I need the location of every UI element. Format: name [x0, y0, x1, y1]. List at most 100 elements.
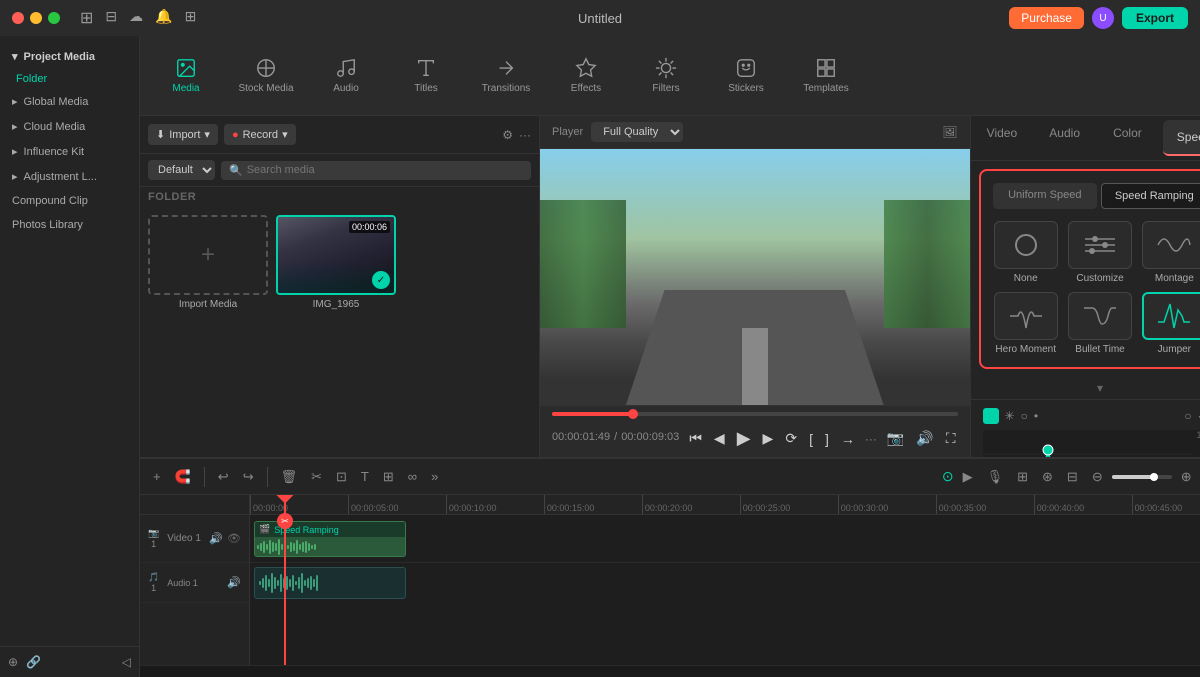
sidebar-item-folder[interactable]: Folder [0, 69, 139, 89]
sidebar-item-adjustment[interactable]: ▸ Adjustment L... [0, 164, 139, 189]
speed-item-montage[interactable]: Montage [1141, 221, 1200, 284]
media-thumb[interactable]: 00:00:06 ✓ [276, 215, 396, 295]
nav-item-label: Stock Media [238, 83, 293, 94]
frame-back-button[interactable]: ◀ [712, 428, 727, 449]
speed-item-jumper[interactable]: Jumper [1141, 292, 1200, 355]
filter-icon[interactable]: ⚙ [502, 128, 513, 142]
nav-item-effects[interactable]: Effects [550, 44, 622, 108]
audio-clip[interactable] [254, 567, 406, 599]
sidebar-item-cloud[interactable]: ▸ Cloud Media [0, 114, 139, 139]
import-button[interactable]: ⬇ Import ▾ [148, 124, 218, 145]
wbar [305, 541, 307, 553]
nav-item-filters[interactable]: Filters [630, 44, 702, 108]
nav-item-transitions[interactable]: Transitions [470, 44, 542, 108]
play-record-button[interactable]: ▶ [958, 466, 978, 488]
skip-back-button[interactable]: ⏮ [687, 428, 704, 449]
speed-item-customize[interactable]: Customize [1067, 221, 1133, 284]
fullscreen-button[interactable]: ⛶ [944, 428, 958, 449]
to-timeline-button[interactable]: → [839, 429, 857, 449]
add-icon[interactable]: ⊕ [8, 655, 18, 669]
magnet-button[interactable]: 🧲 [170, 466, 196, 488]
vol-button[interactable]: 🔊 [914, 428, 935, 449]
wbar [278, 539, 280, 555]
speed-tab-ramping[interactable]: Speed Ramping [1101, 183, 1200, 209]
play-button[interactable]: ▶ [735, 426, 753, 451]
mark-out-button[interactable]: ] [823, 429, 831, 449]
media-selected-check: ✓ [372, 271, 390, 289]
nav-item-stickers[interactable]: Stickers [710, 44, 782, 108]
sidebar-item-photos[interactable]: Photos Library [0, 213, 139, 237]
sidebar-item-project[interactable]: ▾ Project Media [0, 44, 139, 69]
mic-button[interactable]: 🎙 [982, 466, 1009, 488]
frame-button[interactable]: ⊞ [378, 466, 399, 488]
record-button[interactable]: ● Record ▾ [224, 124, 296, 145]
nav-item-templates[interactable]: Templates [790, 44, 862, 108]
close-button[interactable] [12, 12, 24, 24]
text-button[interactable]: T [356, 466, 374, 487]
sidebar-item-label: Cloud Media [24, 121, 86, 133]
nav-item-stock[interactable]: Stock Media [230, 44, 302, 108]
volume-icon[interactable]: 🔊 [209, 532, 223, 545]
speed-graph[interactable]: 10x 5x 1x 0.5x 0.1x [983, 430, 1200, 457]
nav-item-titles[interactable]: Titles [390, 44, 462, 108]
export-button[interactable]: Export [1122, 7, 1188, 29]
speed-item-hero[interactable]: Hero Moment [993, 292, 1059, 355]
snapshot-button[interactable]: 📷 [885, 428, 906, 449]
import-media-area[interactable]: + [148, 215, 268, 295]
graph-minus-icon[interactable]: ○ [1184, 409, 1191, 423]
cut-button[interactable]: ✂ [306, 466, 327, 488]
progress-fill [552, 412, 633, 416]
separator [204, 467, 205, 487]
media-insert-button[interactable]: ⊞ [1012, 466, 1033, 488]
tab-color[interactable]: Color [1096, 116, 1159, 160]
preview-extra-icon[interactable]: 🖼 [942, 125, 957, 139]
undo-button[interactable]: ↩ [213, 466, 234, 488]
ai-button[interactable]: ⊛ [1037, 466, 1058, 488]
nav-item-media[interactable]: Media [150, 44, 222, 108]
crop-button[interactable]: ⊡ [331, 466, 352, 488]
minimize-button[interactable] [30, 12, 42, 24]
collapse-arrow[interactable]: ▾ [971, 377, 1200, 399]
speed-icon-hero [994, 292, 1058, 340]
tab-audio[interactable]: Audio [1033, 116, 1096, 160]
link-button[interactable]: ∞ [403, 466, 422, 487]
sidebar-item-compound[interactable]: Compound Clip [0, 189, 139, 213]
timeline-scroll[interactable] [140, 665, 1200, 677]
more-button[interactable]: » [426, 466, 443, 487]
progress-bar[interactable] [552, 412, 958, 416]
tab-speed[interactable]: Speed [1163, 120, 1200, 156]
add-track-button[interactable]: + [148, 466, 166, 487]
user-avatar[interactable]: U [1092, 7, 1114, 29]
purchase-button[interactable]: Purchase [1009, 7, 1084, 29]
nav-item-audio[interactable]: Audio [310, 44, 382, 108]
link-icon[interactable]: 🔗 [26, 655, 41, 669]
speed-tab-uniform[interactable]: Uniform Speed [993, 183, 1098, 209]
speed-item-none[interactable]: None [993, 221, 1059, 284]
quality-select[interactable]: Full Quality [591, 122, 683, 142]
speed-item-bullet[interactable]: Bullet Time [1067, 292, 1133, 355]
loop-button[interactable]: ⟳ [783, 428, 799, 449]
search-input[interactable] [247, 164, 523, 176]
eye-icon[interactable]: 👁 [227, 532, 241, 545]
delete-button[interactable]: 🗑 [276, 466, 303, 488]
frame-forward-button[interactable]: ▶ [761, 428, 776, 449]
split-button[interactable]: ⊟ [1062, 466, 1083, 488]
maximize-button[interactable] [48, 12, 60, 24]
track-num: 1 [151, 539, 156, 549]
volume-icon[interactable]: 🔊 [227, 576, 241, 589]
default-select[interactable]: Default [148, 160, 215, 180]
sidebar-item-global[interactable]: ▸ Global Media [0, 89, 139, 114]
collapse-icon[interactable]: ◁ [122, 655, 131, 669]
redo-button[interactable]: ↪ [238, 466, 259, 488]
more-icon[interactable]: ··· [519, 128, 531, 142]
video-clip[interactable]: 🎬 Speed Ramping [254, 521, 406, 557]
volume-slider-track[interactable] [1112, 475, 1172, 479]
track-name: Audio 1 [167, 578, 198, 588]
tab-video[interactable]: Video [971, 116, 1034, 160]
record-mode-icon[interactable]: ⊙ [942, 468, 954, 485]
mark-in-button[interactable]: [ [807, 429, 815, 449]
wbar [299, 544, 301, 550]
sidebar-item-influence[interactable]: ▸ Influence Kit [0, 139, 139, 164]
plus-vol-button[interactable]: ⊕ [1176, 466, 1197, 488]
minus-vol-button[interactable]: ⊖ [1087, 466, 1108, 488]
